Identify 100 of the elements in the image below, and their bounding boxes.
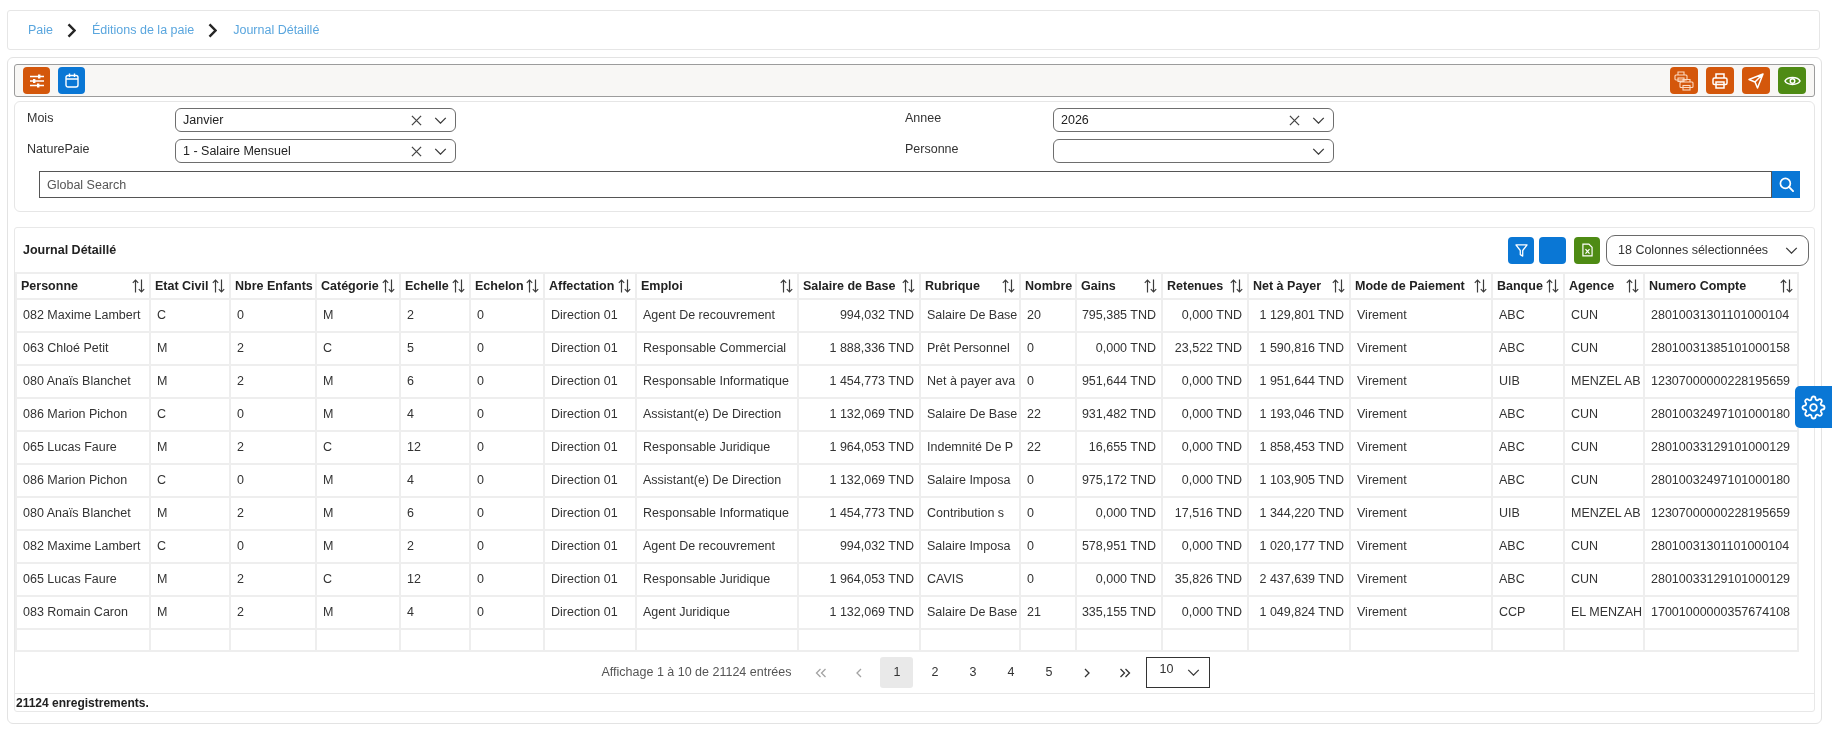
table-cell: 1 454,773 TND (798, 497, 920, 530)
spreadsheet-file-icon[interactable] (1581, 243, 1593, 257)
column-select[interactable]: 18 Colonnes sélectionnées (1606, 234, 1809, 266)
printer-icon[interactable] (1712, 72, 1728, 89)
select-field[interactable]: 2026 (1053, 108, 1334, 132)
calendar-icon[interactable] (64, 73, 79, 88)
column-header[interactable]: Salaire de Base (798, 273, 920, 299)
table-cell: 22 (1020, 398, 1076, 431)
page-button[interactable]: 1 (880, 657, 914, 688)
sort-icon[interactable] (780, 279, 793, 293)
column-header[interactable]: Retenues (1162, 273, 1248, 299)
sort-icon[interactable] (902, 279, 915, 293)
sort-icon[interactable] (1474, 279, 1487, 293)
column-header[interactable]: Personne (16, 273, 150, 299)
sort-icon[interactable] (1780, 279, 1793, 293)
column-header[interactable]: Agence (1564, 273, 1644, 299)
table-cell: 1 020,177 TND (1248, 530, 1350, 563)
sort-icon[interactable] (132, 279, 145, 293)
table-cell: 2 (230, 431, 316, 464)
table-cell: Direction 01 (544, 530, 636, 563)
table-cell: ABC (1492, 563, 1564, 596)
column-header[interactable]: Echelon (470, 273, 544, 299)
paper-plane-icon[interactable] (1748, 72, 1764, 89)
clear-icon[interactable] (411, 114, 422, 126)
sort-icon[interactable] (212, 279, 225, 293)
table-cell: MENZEL AB (1564, 497, 1644, 530)
sort-icon[interactable] (1626, 279, 1639, 293)
filter-icon[interactable] (1514, 243, 1528, 257)
table-cell: 083 Romain Caron (16, 596, 150, 629)
search-button[interactable] (1772, 171, 1800, 198)
table-cell: 086 Marion Pichon (16, 398, 150, 431)
table-cell: M (150, 332, 230, 365)
table-cell: Salaire Imposa (920, 530, 1020, 563)
table-cell: Assistant(e) De Direction (636, 464, 798, 497)
chevron-down-icon[interactable] (434, 116, 447, 124)
column-header[interactable]: Affectation (544, 273, 636, 299)
table-cell: 12 (400, 563, 470, 596)
table-cell: 0 (1020, 563, 1076, 596)
preview-button[interactable] (1778, 67, 1806, 94)
chevron-down-icon[interactable] (1312, 147, 1325, 155)
search-field[interactable]: Global Search (39, 171, 1772, 198)
filter-button[interactable] (1508, 236, 1534, 264)
sort-icon[interactable] (1144, 279, 1157, 293)
table-cell: CUN (1564, 332, 1644, 365)
column-header[interactable]: Mode de Paiement (1350, 273, 1492, 299)
table-cell: 2 (230, 563, 316, 596)
column-header[interactable]: Etat Civil (150, 273, 230, 299)
calendar-button[interactable] (58, 67, 85, 94)
chevron-down-icon[interactable] (434, 147, 447, 155)
chevron-right-icon[interactable] (1084, 667, 1090, 678)
sort-icon[interactable] (382, 279, 395, 293)
sort-icon[interactable] (1230, 279, 1243, 293)
sort-icon[interactable] (1332, 279, 1345, 293)
table-cell: 20 (1020, 299, 1076, 332)
chevron-down-icon[interactable] (1187, 669, 1201, 676)
table-cell: 994,032 TND (798, 299, 920, 332)
table-cell: 0,000 TND (1162, 464, 1248, 497)
column-header[interactable]: Emploi (636, 273, 798, 299)
table-cell: 0,000 TND (1162, 365, 1248, 398)
sliders-button[interactable] (23, 67, 50, 94)
column-header[interactable]: Rubrique (920, 273, 1020, 299)
send-button[interactable] (1742, 67, 1770, 94)
table-cell: M (316, 497, 400, 530)
table-cell: Direction 01 (544, 464, 636, 497)
eye-icon[interactable] (1783, 74, 1801, 87)
sort-icon[interactable] (1546, 279, 1559, 293)
blank-button[interactable] (1539, 236, 1566, 264)
column-header[interactable]: Numero Compte (1644, 273, 1798, 299)
table-cell: M (150, 596, 230, 629)
page-button[interactable]: 4 (994, 657, 1028, 688)
sort-icon[interactable] (1002, 279, 1015, 293)
page-button[interactable]: 5 (1032, 657, 1066, 688)
chevron-down-icon[interactable] (1785, 246, 1798, 254)
column-header[interactable]: Catégorie (316, 273, 400, 299)
page-button[interactable]: 2 (918, 657, 952, 688)
print-button[interactable] (1706, 67, 1734, 94)
sliders-icon[interactable] (28, 73, 45, 88)
settings-icon[interactable] (1801, 394, 1826, 420)
clear-icon[interactable] (411, 145, 422, 157)
select-field[interactable]: Janvier (175, 108, 456, 132)
settings-button[interactable] (1795, 386, 1832, 428)
table-cell: 28010032497101000180 (1644, 464, 1798, 497)
excel-export-button[interactable] (1574, 236, 1600, 264)
chevron-down-icon[interactable] (1312, 116, 1325, 124)
table-cell: 0 (470, 431, 544, 464)
sort-icon[interactable] (526, 279, 539, 293)
page-size-select[interactable]: 10 (1146, 657, 1211, 688)
clear-icon[interactable] (1289, 114, 1300, 126)
select-field[interactable]: 1 - Salaire Mensuel (175, 139, 456, 163)
page-button[interactable]: 3 (956, 657, 990, 688)
column-header[interactable]: Net à Payer (1248, 273, 1350, 299)
sort-icon[interactable] (452, 279, 465, 293)
column-header[interactable]: Gains (1076, 273, 1162, 299)
double-chevron-right-icon[interactable] (1119, 667, 1131, 678)
search-icon[interactable] (1778, 177, 1794, 192)
select-field[interactable] (1053, 139, 1334, 163)
column-header[interactable]: Banque (1492, 273, 1564, 299)
table-cell: C (316, 563, 400, 596)
sort-icon[interactable] (618, 279, 631, 293)
column-header[interactable]: Echelle (400, 273, 470, 299)
